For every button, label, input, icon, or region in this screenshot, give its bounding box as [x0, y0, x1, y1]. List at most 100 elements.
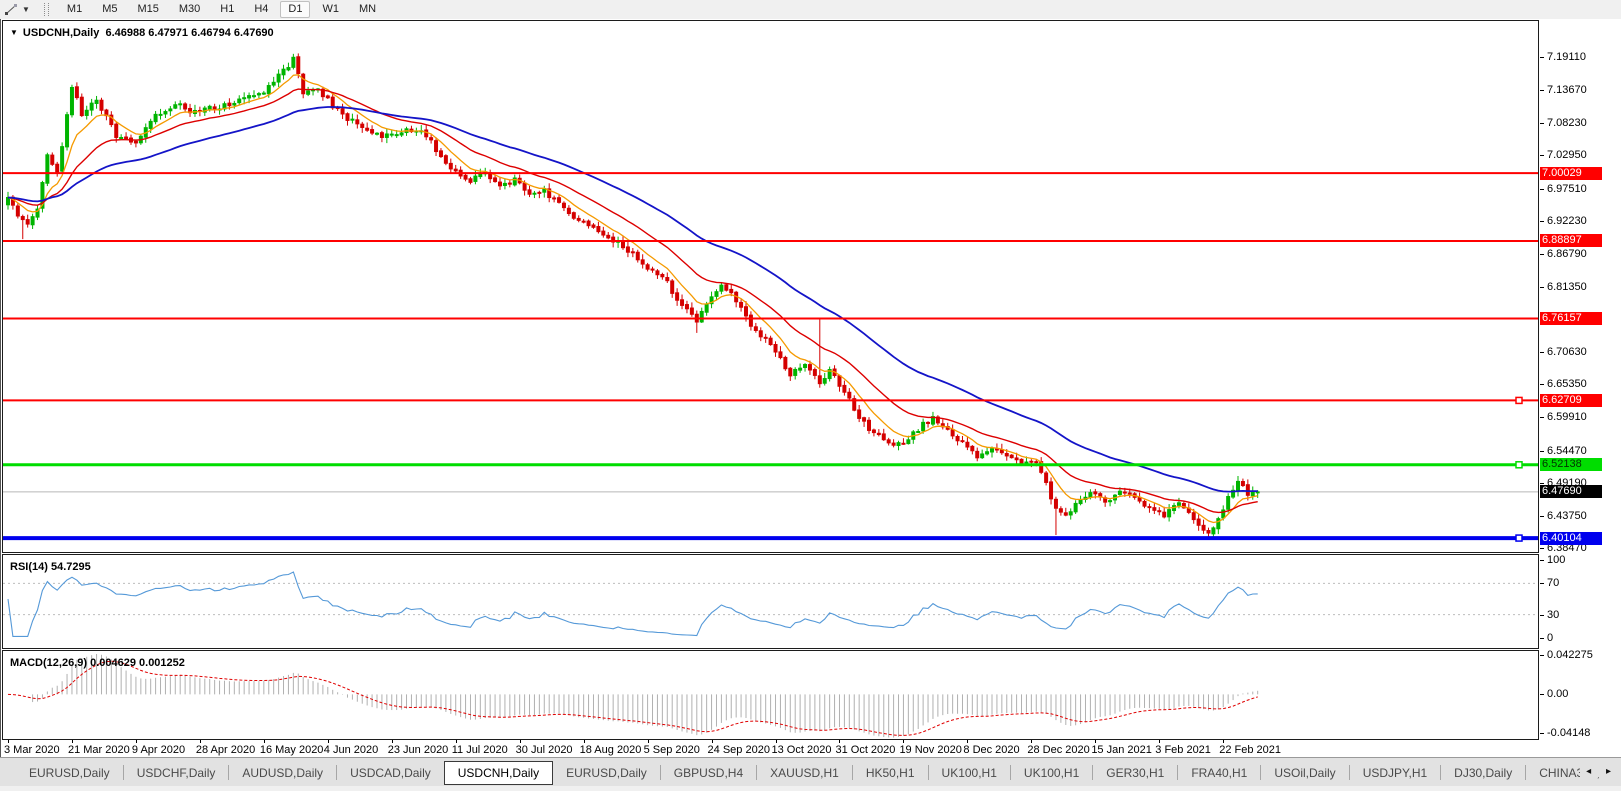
candlestick-chart — [3, 53, 1538, 542]
rsi-axis-tick: 70 — [1547, 577, 1560, 590]
axis-tick-mark — [1540, 614, 1544, 616]
date-label: 28 Apr 2020 — [195, 744, 256, 756]
date-label: 4 Jun 2020 — [323, 744, 379, 756]
tab-gbpusd-h4[interactable]: GBPUSD,H4 — [661, 761, 756, 785]
timeframe-button-M30[interactable]: M30 — [171, 1, 208, 18]
axis-tick-mark — [1540, 352, 1544, 354]
chart-menu-arrow-icon[interactable]: ▼ — [10, 28, 18, 37]
chart-symbol-period: USDCNH,Daily — [22, 27, 100, 39]
tab-scroll-arrows[interactable]: ◂ ▸ — [1580, 766, 1617, 777]
date-label: 13 Oct 2020 — [771, 744, 832, 756]
axis-tick-mark — [1540, 220, 1544, 222]
tab-uk100-h1[interactable]: UK100,H1 — [1011, 761, 1092, 785]
price-line-label-6.76157[interactable]: 6.76157 — [1540, 312, 1602, 326]
price-axis-tick: 6.92230 — [1547, 214, 1587, 227]
price-line-label-6.88897[interactable]: 6.88897 — [1540, 234, 1602, 248]
tab-ger30-h1[interactable]: GER30,H1 — [1093, 761, 1177, 785]
timeframe-button-D1[interactable]: D1 — [280, 1, 311, 18]
tab-usdchf-daily[interactable]: USDCHF,Daily — [124, 761, 229, 785]
line-handle[interactable] — [1515, 461, 1523, 469]
tab-audusd-daily[interactable]: AUDUSD,Daily — [229, 761, 336, 785]
price-line-label-6.47690[interactable]: 6.47690 — [1540, 485, 1602, 499]
macd-histogram — [32, 653, 1259, 738]
time-axis[interactable]: 3 Mar 2020 21 Mar 2020 9 Apr 2020 28 Apr 20… — [3, 740, 1538, 757]
price-axis-tick: 6.97510 — [1547, 182, 1587, 195]
timeframe-button-M15[interactable]: M15 — [129, 1, 166, 18]
main-price-panel[interactable]: ▼ USDCNH,Daily 6.46988 6.47971 6.46794 6.… — [2, 20, 1539, 553]
macd-chart — [7, 653, 1259, 738]
price-line-label-6.52138[interactable]: 6.52138 — [1540, 458, 1602, 472]
rsi-indicator-panel[interactable]: RSI(14) 54.7295 — [2, 554, 1539, 649]
date-label: 18 Aug 2020 — [579, 744, 642, 756]
axis-tick-mark — [1540, 253, 1544, 255]
date-label: 30 Jul 2020 — [515, 744, 573, 756]
price-line-label-6.40104[interactable]: 6.40104 — [1540, 531, 1602, 545]
date-label: 11 Jul 2020 — [451, 744, 508, 756]
tab-xauusd-h1[interactable]: XAUUSD,H1 — [757, 761, 852, 785]
timeframe-button-MN[interactable]: MN — [351, 1, 384, 18]
tab-fra40-h1[interactable]: FRA40,H1 — [1178, 761, 1260, 785]
date-label: 5 Sep 2020 — [643, 744, 700, 756]
line-handle[interactable] — [1515, 534, 1523, 542]
price-axis-tick: 7.19110 — [1547, 51, 1586, 63]
price-axis-tick: 7.08230 — [1547, 117, 1587, 130]
line-handle[interactable] — [1515, 396, 1523, 405]
date-tick-mark — [199, 740, 201, 743]
tab-dj30-daily[interactable]: DJ30,Daily — [1441, 761, 1525, 785]
axis-tick-mark — [1540, 90, 1544, 92]
rsi-chart — [3, 571, 1538, 637]
date-tick-mark — [967, 740, 969, 743]
tab-uk100-h1[interactable]: UK100,H1 — [929, 761, 1010, 785]
timeframe-button-M5[interactable]: M5 — [94, 1, 125, 18]
date-label: 28 Dec 2020 — [1027, 744, 1090, 756]
chevron-down-icon[interactable]: ▼ — [22, 5, 30, 14]
macd-axis-tick: 0.00 — [1547, 688, 1569, 701]
toolbar-grip[interactable] — [43, 3, 49, 16]
axis-tick-mark — [1540, 583, 1544, 585]
price-line-label-6.62709[interactable]: 6.62709 — [1540, 393, 1602, 407]
moving-average-slow — [7, 106, 1258, 493]
axis-tick-mark — [1540, 548, 1544, 550]
candles — [6, 53, 1260, 540]
macd-axis-tick: -0.04148 — [1547, 727, 1591, 739]
price-axis-tick: 7.02950 — [1547, 149, 1587, 162]
date-tick-mark — [1031, 740, 1033, 743]
timeframe-button-M1[interactable]: M1 — [59, 1, 90, 18]
price-axis-tick: 6.43750 — [1547, 509, 1587, 522]
chart-title: ▼ USDCNH,Daily 6.46988 6.47971 6.46794 6.… — [10, 27, 274, 39]
rsi-axis-tick: 100 — [1547, 554, 1566, 566]
tab-usdcnh-daily[interactable]: USDCNH,Daily — [443, 760, 554, 785]
chart-ohlc-values: 6.46988 6.47971 6.46794 6.47690 — [105, 27, 274, 39]
date-label: 24 Sep 2020 — [707, 744, 770, 756]
tab-eurusd-daily[interactable]: EURUSD,Daily — [553, 761, 660, 785]
timeframe-button-H4[interactable]: H4 — [246, 1, 276, 18]
date-tick-mark — [519, 740, 521, 743]
axis-tick-mark — [1540, 694, 1544, 696]
chart-tabs: EURUSD,Daily USDCHF,Daily AUDUSD,Daily USDC… — [0, 758, 1621, 787]
axis-tick-mark — [1540, 286, 1544, 288]
timeframe-button-H1[interactable]: H1 — [212, 1, 242, 18]
line-studies-tool[interactable]: ▼ — [0, 2, 34, 17]
price-axis-tick: 6.59910 — [1547, 411, 1587, 424]
rsi-line — [7, 571, 1258, 637]
axis-tick-mark — [1540, 57, 1544, 58]
macd-indicator-panel[interactable]: MACD(12,26,9) 0.004629 0.001252 — [2, 650, 1539, 740]
date-tick-mark — [135, 740, 137, 743]
axis-tick-mark — [1540, 638, 1544, 639]
price-axis[interactable]: 7.19110 7.13670 7.08230 7.02950 6.97510 6.922… — [1540, 19, 1621, 757]
tab-usoil-daily[interactable]: USOil,Daily — [1261, 761, 1348, 785]
tab-usdcad-daily[interactable]: USDCAD,Daily — [337, 761, 444, 785]
date-tick-mark — [647, 740, 649, 743]
date-label: 21 Mar 2020 — [67, 744, 130, 756]
date-label: 31 Oct 2020 — [835, 744, 896, 756]
axis-tick-mark — [1540, 384, 1544, 386]
axis-tick-mark — [1540, 188, 1544, 190]
tab-usdjpy-h1[interactable]: USDJPY,H1 — [1350, 761, 1440, 785]
price-line-label-7.00029[interactable]: 7.00029 — [1540, 166, 1602, 180]
tab-hk50-h1[interactable]: HK50,H1 — [853, 761, 928, 785]
date-tick-mark — [8, 740, 9, 743]
tab-eurusd-daily[interactable]: EURUSD,Daily — [16, 761, 123, 785]
axis-tick-mark — [1540, 417, 1544, 419]
timeframe-button-W1[interactable]: W1 — [314, 1, 347, 18]
chart-tab-bar: EURUSD,Daily USDCHF,Daily AUDUSD,Daily USDC… — [0, 757, 1621, 787]
